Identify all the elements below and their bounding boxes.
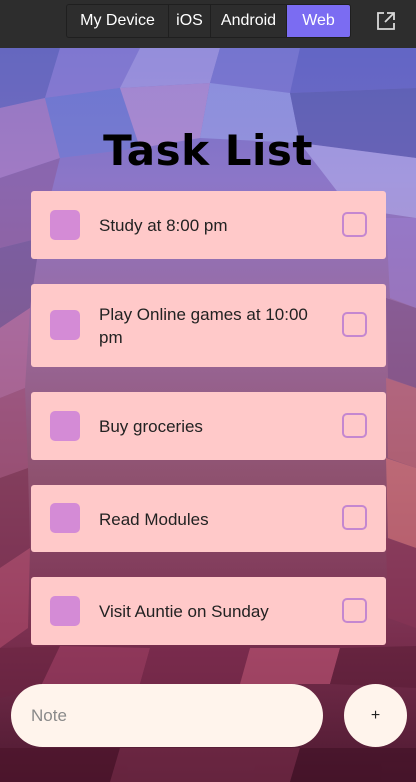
- task-item[interactable]: Visit Auntie on Sunday: [31, 577, 386, 645]
- task-marker[interactable]: [50, 411, 80, 441]
- task-text: Play Online games at 10:00 pm: [99, 305, 308, 347]
- open-in-new-window-icon[interactable]: [375, 10, 397, 32]
- page-title: Task List: [103, 126, 313, 175]
- tab-my-device[interactable]: My Device: [67, 5, 169, 37]
- platform-switcher: My Device iOS Android Web: [66, 4, 351, 38]
- note-input[interactable]: [11, 684, 323, 747]
- task-checkbox[interactable]: [342, 312, 367, 337]
- app-screen: Task List Study at 8:00 pm Play Online g…: [0, 48, 416, 782]
- task-checkbox[interactable]: [342, 505, 367, 530]
- task-marker[interactable]: [50, 503, 80, 533]
- tab-ios[interactable]: iOS: [169, 5, 211, 37]
- add-task-button[interactable]: +: [344, 684, 407, 747]
- task-marker[interactable]: [50, 310, 80, 340]
- task-marker[interactable]: [50, 210, 80, 240]
- top-bar: My Device iOS Android Web: [0, 0, 416, 48]
- tab-android[interactable]: Android: [211, 5, 287, 37]
- task-item[interactable]: Read Modules: [31, 485, 386, 552]
- task-text: Read Modules: [99, 510, 209, 529]
- task-item[interactable]: Buy groceries: [31, 392, 386, 460]
- task-item[interactable]: Play Online games at 10:00 pm: [31, 284, 386, 367]
- task-checkbox[interactable]: [342, 212, 367, 237]
- task-marker[interactable]: [50, 596, 80, 626]
- task-text: Buy groceries: [99, 417, 203, 436]
- task-checkbox[interactable]: [342, 413, 367, 438]
- task-checkbox[interactable]: [342, 598, 367, 623]
- task-item[interactable]: Study at 8:00 pm: [31, 191, 386, 259]
- task-text: Study at 8:00 pm: [99, 216, 228, 235]
- tab-web[interactable]: Web: [287, 5, 350, 37]
- task-text: Visit Auntie on Sunday: [99, 602, 269, 621]
